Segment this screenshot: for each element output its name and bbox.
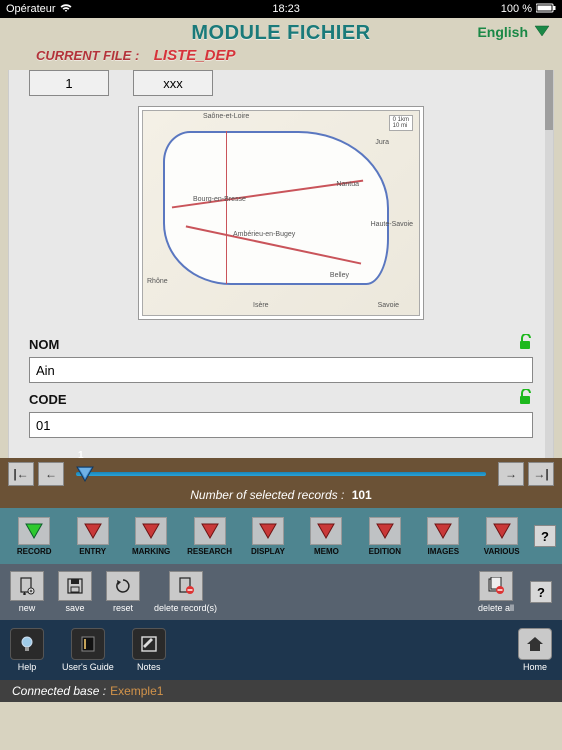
tab-memo[interactable]: MEMO xyxy=(298,517,354,556)
map-label: Jura xyxy=(375,139,389,146)
save-button[interactable]: save xyxy=(58,571,92,613)
delete-icon xyxy=(169,571,203,601)
new-button[interactable]: new xyxy=(10,571,44,613)
home-button[interactable]: Home xyxy=(518,628,552,672)
triangle-down-icon xyxy=(427,517,459,545)
wifi-icon xyxy=(60,3,72,16)
record-navigator: |← ← 1 → →| Number of selected records :… xyxy=(0,458,562,508)
reset-icon xyxy=(106,571,140,601)
chevron-down-icon xyxy=(534,24,550,40)
triangle-down-icon xyxy=(252,517,284,545)
map-label: Isère xyxy=(253,302,269,309)
scrollbar-thumb[interactable] xyxy=(545,70,553,130)
next-record-button[interactable]: → xyxy=(498,462,524,486)
triangle-down-icon xyxy=(135,517,167,545)
map-label: Haute-Savoie xyxy=(371,221,413,228)
notes-button[interactable]: Notes xyxy=(132,628,166,672)
current-file-label: CURRENT FILE : xyxy=(36,48,139,63)
triangle-down-icon xyxy=(486,517,518,545)
map-label: Nantua xyxy=(336,181,359,188)
map-label: Bourg-en-Bresse xyxy=(193,196,246,203)
record-slider[interactable]: 1 xyxy=(68,462,494,486)
book-icon xyxy=(71,628,105,660)
edit-icon xyxy=(132,628,166,660)
actions-toolbar: new save reset delete record(s) delete a… xyxy=(0,564,562,620)
tabs-help-button[interactable]: ? xyxy=(534,525,556,547)
delete-records-button[interactable]: delete record(s) xyxy=(154,571,217,613)
unlock-icon[interactable] xyxy=(519,389,533,410)
new-file-icon xyxy=(10,571,44,601)
map-label: Ambérieu-en-Bugey xyxy=(233,231,295,238)
actions-help-button[interactable]: ? xyxy=(530,581,552,603)
delete-all-button[interactable]: delete all xyxy=(478,571,514,613)
triangle-down-icon xyxy=(194,517,226,545)
map-label: Rhône xyxy=(147,278,168,285)
map-scale: 0 1km10 mi xyxy=(389,115,413,131)
connected-base-value: Exemple1 xyxy=(110,684,163,698)
nom-label: NOM xyxy=(29,337,59,352)
connected-base-line: Connected base : Exemple1 xyxy=(0,680,562,702)
unlock-icon[interactable] xyxy=(519,334,533,355)
records-count-value: 101 xyxy=(352,488,372,502)
nom-input[interactable] xyxy=(29,357,533,383)
slider-position-label: 1 xyxy=(78,450,84,461)
triangle-down-icon xyxy=(77,517,109,545)
tab-research[interactable]: RESEARCH xyxy=(181,517,237,556)
home-icon xyxy=(518,628,552,660)
triangle-down-icon xyxy=(310,517,342,545)
carrier-label: Opérateur xyxy=(6,3,56,15)
code-input[interactable] xyxy=(29,412,533,438)
first-record-button[interactable]: |← xyxy=(8,462,34,486)
triangle-down-icon xyxy=(18,517,50,545)
main-content: 1 xxx 0 1km10 mi Saône-et-Loire Jura Bou… xyxy=(8,70,554,458)
triangle-down-icon xyxy=(369,517,401,545)
box-2[interactable]: xxx xyxy=(133,70,213,96)
tab-record[interactable]: RECORD xyxy=(6,517,62,556)
footer-toolbar: Help User's Guide Notes Home xyxy=(0,620,562,680)
save-icon xyxy=(58,571,92,601)
tab-various[interactable]: VARIOUS xyxy=(474,517,530,556)
app-header: MODULE FICHIER English xyxy=(0,18,562,47)
current-file-line: CURRENT FILE : LISTE_DEP xyxy=(0,47,562,70)
clock-label: 18:23 xyxy=(272,3,300,15)
help-button[interactable]: Help xyxy=(10,628,44,672)
code-label: CODE xyxy=(29,392,67,407)
language-label: English xyxy=(477,24,528,40)
current-file-value: LISTE_DEP xyxy=(154,47,236,64)
map-image[interactable]: 0 1km10 mi Saône-et-Loire Jura Bourg-en-… xyxy=(138,106,424,320)
reset-button[interactable]: reset xyxy=(106,571,140,613)
tabs-toolbar: RECORD ENTRY MARKING RESEARCH DISPLAY ME… xyxy=(0,508,562,564)
tab-marking[interactable]: MARKING xyxy=(123,517,179,556)
box-1[interactable]: 1 xyxy=(29,70,109,96)
prev-record-button[interactable]: ← xyxy=(38,462,64,486)
tab-images[interactable]: IMAGES xyxy=(415,517,471,556)
tab-entry[interactable]: ENTRY xyxy=(64,517,120,556)
delete-all-icon xyxy=(479,571,513,601)
status-bar: Opérateur 18:23 100 % xyxy=(0,0,562,18)
scrollbar-track[interactable] xyxy=(545,70,553,458)
tab-edition[interactable]: EDITION xyxy=(357,517,413,556)
users-guide-button[interactable]: User's Guide xyxy=(62,628,114,672)
slider-thumb-icon[interactable] xyxy=(76,466,94,487)
language-selector[interactable]: English xyxy=(477,24,550,40)
battery-icon xyxy=(536,3,556,16)
records-count-line: Number of selected records : 101 xyxy=(190,488,371,502)
map-label: Saône-et-Loire xyxy=(203,113,249,120)
tab-display[interactable]: DISPLAY xyxy=(240,517,296,556)
last-record-button[interactable]: →| xyxy=(528,462,554,486)
battery-pct-label: 100 % xyxy=(501,3,532,15)
connected-base-label: Connected base : xyxy=(12,684,106,698)
map-label: Savoie xyxy=(378,302,399,309)
map-label: Belley xyxy=(330,272,349,279)
bulb-icon xyxy=(10,628,44,660)
